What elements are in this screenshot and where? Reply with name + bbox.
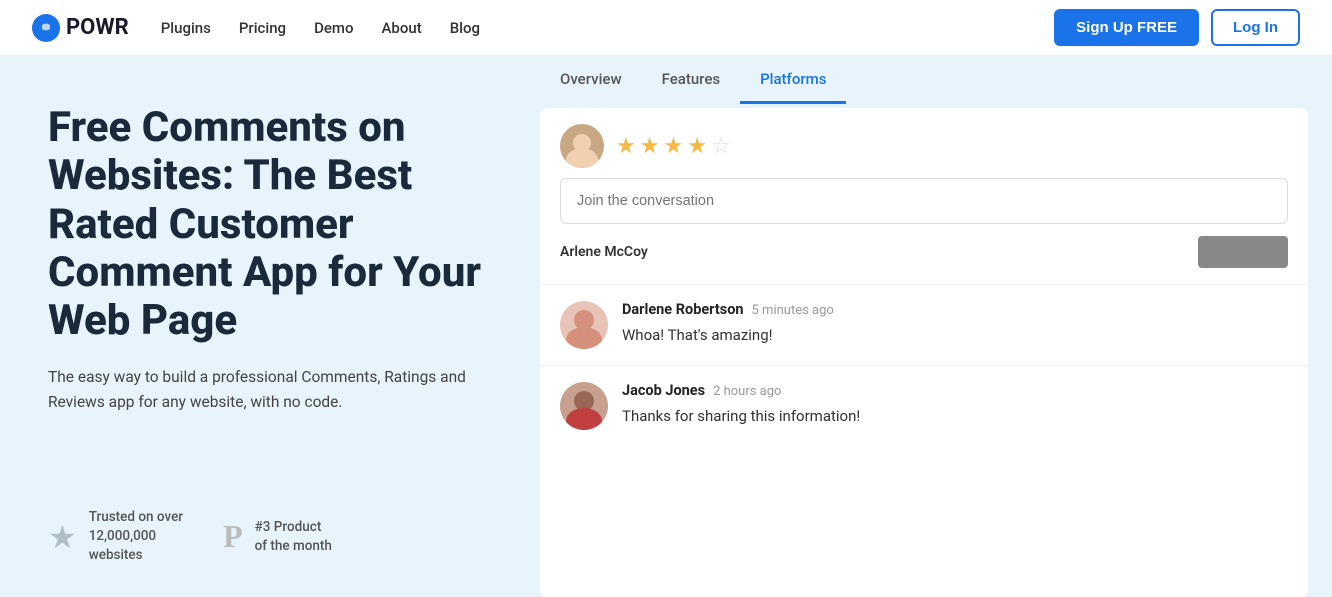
comment-time-1: 5 minutes ago — [752, 303, 834, 318]
compose-avatar — [560, 124, 604, 168]
nav-links: Plugins Pricing Demo About Blog — [161, 19, 480, 37]
compose-section: ★ ★ ★ ★ ☆ Arlene McCoy — [540, 108, 1308, 285]
hero-subtitle: The easy way to build a professional Com… — [48, 365, 488, 415]
comment-body-1: Darlene Robertson 5 minutes ago Whoa! Th… — [622, 301, 1288, 347]
right-panel: Overview Features Platforms ★ ★ ★ ★ ☆ — [540, 56, 1332, 597]
logo-icon — [32, 14, 60, 42]
sub-nav: Overview Features Platforms — [540, 56, 1308, 104]
comment-body-2: Jacob Jones 2 hours ago Thanks for shari… — [622, 382, 1288, 428]
star-4[interactable]: ★ — [687, 134, 707, 159]
compose-top: ★ ★ ★ ★ ☆ — [560, 124, 1288, 168]
comment-header-2: Jacob Jones 2 hours ago — [622, 382, 1288, 399]
comments-widget: ★ ★ ★ ★ ☆ Arlene McCoy — [540, 108, 1308, 597]
star-1[interactable]: ★ — [616, 134, 636, 159]
nav-link-about[interactable]: About — [381, 19, 421, 37]
star-2[interactable]: ★ — [640, 134, 660, 159]
comment-text-1: Whoa! That's amazing! — [622, 324, 1288, 347]
star-5[interactable]: ☆ — [711, 134, 731, 159]
stat-websites-text: Trusted on over12,000,000websites — [89, 508, 183, 565]
avatar-jacob — [560, 382, 608, 430]
navbar-right: Sign Up FREE Log In — [1054, 9, 1300, 46]
comment-card-2: Jacob Jones 2 hours ago Thanks for shari… — [540, 366, 1308, 446]
stat-product: P #3 Productof the month — [223, 508, 332, 565]
stat-product-text: #3 Productof the month — [255, 518, 332, 556]
logo-text: POWR — [66, 15, 129, 40]
stat-websites: ★ Trusted on over12,000,000websites — [48, 508, 183, 565]
signup-button[interactable]: Sign Up FREE — [1054, 9, 1199, 46]
nav-link-plugins[interactable]: Plugins — [161, 19, 211, 37]
commenter-name-1: Darlene Robertson — [622, 301, 744, 318]
hero-title: Free Comments on Websites: The Best Rate… — [48, 104, 492, 345]
nav-link-pricing[interactable]: Pricing — [239, 19, 286, 37]
compose-bottom: Arlene McCoy — [560, 236, 1288, 268]
star-3[interactable]: ★ — [663, 134, 683, 159]
commenter-name-2: Jacob Jones — [622, 382, 705, 399]
tab-platforms[interactable]: Platforms — [740, 56, 846, 104]
nav-link-blog[interactable]: Blog — [450, 19, 480, 37]
product-hunt-icon: P — [223, 518, 243, 555]
hero-section: Free Comments on Websites: The Best Rate… — [0, 56, 540, 597]
comment-text-2: Thanks for sharing this information! — [622, 405, 1288, 428]
comment-input[interactable] — [560, 178, 1288, 224]
navbar-left: POWR Plugins Pricing Demo About Blog — [32, 14, 480, 42]
nav-link-demo[interactable]: Demo — [314, 19, 353, 37]
login-button[interactable]: Log In — [1211, 9, 1300, 46]
tab-overview[interactable]: Overview — [540, 56, 642, 104]
submit-comment-button[interactable] — [1198, 236, 1288, 268]
comment-time-2: 2 hours ago — [713, 384, 781, 399]
compose-author: Arlene McCoy — [560, 244, 648, 260]
comment-card-1: Darlene Robertson 5 minutes ago Whoa! Th… — [540, 285, 1308, 366]
comment-header-1: Darlene Robertson 5 minutes ago — [622, 301, 1288, 318]
logo[interactable]: POWR — [32, 14, 129, 42]
navbar: POWR Plugins Pricing Demo About Blog Sig… — [0, 0, 1332, 56]
avatar-darlene — [560, 301, 608, 349]
star-rating[interactable]: ★ ★ ★ ★ ☆ — [616, 134, 731, 159]
tab-features[interactable]: Features — [642, 56, 740, 104]
star-icon: ★ — [48, 518, 77, 556]
hero-stats: ★ Trusted on over12,000,000websites P #3… — [48, 508, 492, 565]
main-content: Free Comments on Websites: The Best Rate… — [0, 56, 1332, 597]
